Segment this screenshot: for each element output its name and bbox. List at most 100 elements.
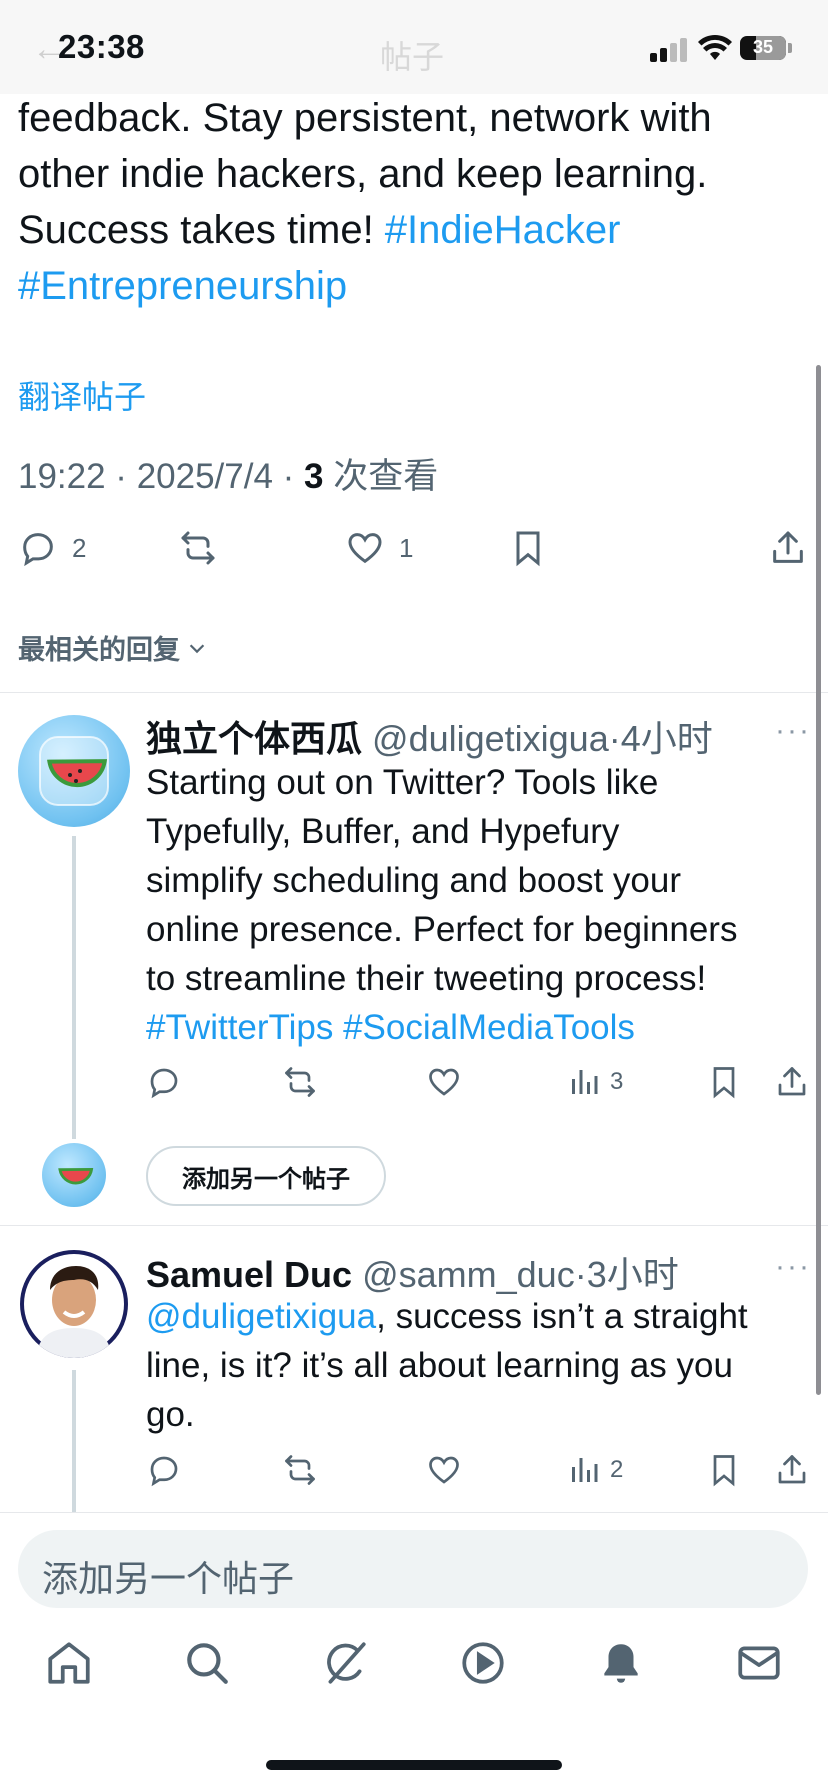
watermelon-icon [39,736,109,806]
mention-link[interactable]: @duligetixigua [146,1297,376,1336]
reply-button[interactable]: 2 [18,528,86,568]
views-button[interactable]: 3 [566,1064,623,1100]
views-count: 2 [610,1456,624,1483]
translate-post-link[interactable]: 翻译帖子 [18,372,146,418]
tab-notifications[interactable] [596,1638,646,1688]
tab-video[interactable] [458,1638,508,1688]
tab-home[interactable] [44,1638,94,1688]
heart-icon [348,533,382,564]
watermelon-icon [58,1167,94,1185]
battery-level: 35 [752,37,774,57]
scrollbar[interactable] [816,365,821,1395]
reply-text-line: simplify scheduling and boost your [146,861,682,900]
post-meta: 19:22 · 2025/7/4 · 3 次查看 [18,448,438,499]
repost-button[interactable] [282,1452,318,1488]
reply-header: 独立个体西瓜 @duligetixigua·4小时 [146,710,713,762]
repost-icon [285,1455,315,1485]
hashtag-link[interactable]: #TwitterTips #SocialMediaTools [146,1003,811,1052]
reply-time: ·3小时 [574,1254,679,1295]
post-text-line: Success takes time! [18,208,385,252]
reply-text-line: Starting out on Twitter? Tools like [146,763,659,802]
reply-author-handle[interactable]: @duligetixigua [372,718,609,759]
compose-placeholder: 添加另一个帖子 [42,1558,295,1599]
bookmark-icon [516,531,540,567]
status-time: 23:38 [58,28,145,65]
avatar[interactable] [20,1250,128,1358]
like-button[interactable] [426,1064,462,1100]
video-play-icon [462,1642,504,1684]
divider [0,1512,828,1513]
like-button[interactable] [426,1452,462,1488]
like-button[interactable]: 1 [345,528,413,568]
share-button[interactable] [774,1064,810,1100]
reply-text-line: online presence. Perfect for beginners [146,910,738,949]
reply-icon [150,1068,178,1099]
home-indicator [266,1760,562,1770]
reply-text-line: go. [146,1395,195,1434]
reply-author-name[interactable]: 独立个体西瓜 [146,718,362,759]
bookmark-button[interactable] [508,528,548,568]
cellular-signal-icon [650,38,690,62]
bell-icon [604,1644,638,1683]
post-action-bar: 2 1 [18,528,808,578]
tab-grok[interactable] [320,1638,370,1688]
view-count: 3 [304,457,324,496]
share-icon [778,1455,806,1484]
reply-action-bar: 2 [146,1452,811,1496]
reply-text-line: to streamline their tweeting process! [146,959,707,998]
bottom-tab-bar [0,1638,828,1718]
heart-icon [429,1456,459,1484]
repost-icon [285,1067,315,1097]
reply-icon [150,1456,178,1487]
views-button[interactable]: 2 [566,1452,623,1488]
tab-messages[interactable] [734,1638,784,1688]
thread-line [72,836,76,1139]
repost-button[interactable] [178,528,218,568]
more-options-icon[interactable]: ··· [775,1250,811,1284]
share-icon [773,531,803,563]
reply-icon [23,533,53,567]
repost-button[interactable] [282,1064,318,1100]
status-bar: ← 帖子 23:38 35 [0,0,828,94]
analytics-icon [572,1070,598,1094]
tab-search[interactable] [182,1638,232,1688]
bookmark-button[interactable] [706,1064,742,1100]
post-text-line: feedback. Stay persistent, network with [18,96,712,140]
add-another-post-button[interactable]: 添加另一个帖子 [146,1146,386,1206]
reply-button[interactable] [146,1452,182,1488]
reply-text-line: line, is it? it’s all about learning as … [146,1346,733,1385]
share-button[interactable] [774,1452,810,1488]
search-icon [187,1643,228,1684]
home-icon [48,1642,90,1684]
hashtag-link[interactable]: #Entrepreneurship [18,264,347,308]
reply-author-handle[interactable]: @samm_duc [362,1254,575,1295]
page-title: 帖子 [380,39,445,75]
bookmark-icon [713,1455,735,1487]
reply-button[interactable] [146,1064,182,1100]
share-icon [778,1067,806,1096]
analytics-icon [572,1458,598,1482]
thread-line [72,1370,76,1512]
hashtag-link[interactable]: #IndieHacker [385,208,621,252]
bookmark-button[interactable] [706,1452,742,1488]
self-avatar [42,1143,106,1207]
views-count: 3 [610,1068,624,1095]
divider [0,1225,828,1226]
divider [0,692,828,693]
reply-header: Samuel Duc @samm_duc·3小时 [146,1246,679,1298]
heart-icon [429,1068,459,1096]
share-button[interactable] [768,528,808,568]
more-options-icon[interactable]: ··· [775,714,811,748]
reply-author-name[interactable]: Samuel Duc [146,1254,352,1295]
reply-action-bar: 3 [146,1064,811,1108]
sort-label: 最相关的回复 [18,635,180,665]
reply-compose-input[interactable]: 添加另一个帖子 [18,1530,808,1608]
reply-text-line: Typefully, Buffer, and Hypefury [146,812,620,851]
post-timestamp: 19:22 · 2025/7/4 · [18,457,305,496]
avatar[interactable] [18,715,130,827]
mail-icon [738,1646,780,1680]
battery-icon: 35 [740,36,786,60]
repost-icon [181,531,215,565]
reply-sort-dropdown[interactable]: 最相关的回复 [18,628,208,667]
like-count: 1 [399,532,414,563]
